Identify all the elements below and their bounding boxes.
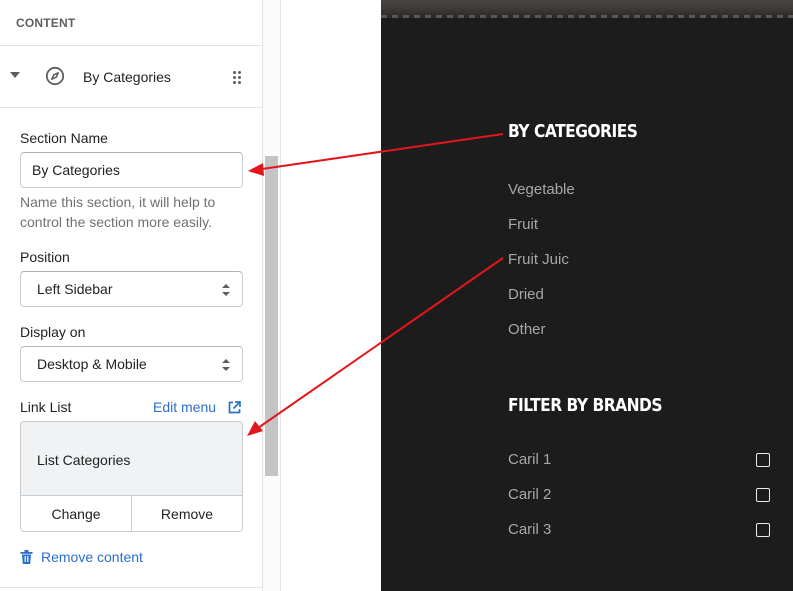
annotation-arrow-head <box>248 163 264 176</box>
annotation-arrow-line <box>261 133 504 170</box>
annotation-arrow-head <box>247 421 263 436</box>
annotation-arrow-line <box>257 257 504 429</box>
annotation-arrows <box>247 133 504 436</box>
